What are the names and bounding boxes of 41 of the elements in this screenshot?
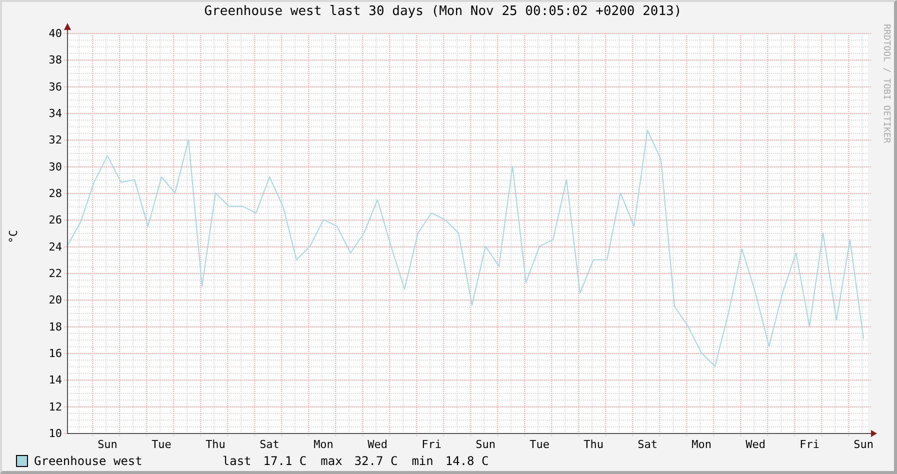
y-tick-label: 12	[48, 400, 62, 414]
y-tick-label: 18	[48, 320, 62, 334]
x-tick-label: Wed	[746, 438, 766, 451]
x-tick-label: Sat	[260, 438, 280, 451]
y-tick-label: 30	[48, 160, 62, 174]
y-tick-label: 38	[48, 54, 62, 67]
y-tick-label: 14	[48, 374, 62, 387]
x-tick-label: Thu	[206, 438, 226, 451]
y-tick-label: 32	[48, 134, 62, 147]
credit-text: RRDTOOL / TOBI OETIKER	[881, 24, 891, 144]
y-tick-label: 24	[48, 240, 62, 254]
y-tick-label: 28	[48, 187, 62, 200]
x-tick-label: Thu	[584, 438, 604, 451]
x-tick-label: Mon	[692, 438, 712, 451]
x-tick-label: Sat	[638, 438, 658, 451]
x-tick-label: Sun	[98, 438, 118, 451]
stat-label: min	[412, 454, 434, 468]
y-tick-label: 26	[48, 214, 62, 227]
y-tick-label: 10	[48, 427, 62, 440]
x-tick-label: Tue	[152, 438, 172, 451]
x-tick-label: Tue	[530, 438, 550, 451]
stat-value: 14.8 C	[445, 454, 489, 468]
x-tick-label: Sun	[476, 438, 496, 451]
stat-value: 32.7 C	[354, 454, 398, 468]
x-tick-label: Fri	[422, 438, 442, 451]
x-tick-label: Wed	[368, 438, 388, 451]
x-tick-label: Fri	[800, 438, 820, 451]
x-tick-label: Sun	[854, 438, 874, 451]
stat-label: max	[320, 454, 342, 468]
y-tick-label: 36	[48, 80, 62, 94]
chart-title: Greenhouse west last 30 days (Mon Nov 25 00:05:02 +0200 2013)	[203, 3, 683, 21]
y-tick-label: 40	[48, 27, 62, 40]
stat-value: 17.1 C	[263, 454, 307, 468]
stat-label: last	[222, 454, 252, 468]
legend-label: Greenhouse west	[34, 454, 142, 468]
y-tick-label: 20	[48, 294, 62, 307]
y-axis-label: °C	[6, 230, 20, 244]
y-tick-label: 22	[48, 267, 62, 280]
y-tick-label: 16	[48, 347, 62, 360]
x-tick-label: Mon	[314, 438, 334, 451]
y-tick-label: 34	[48, 107, 62, 120]
